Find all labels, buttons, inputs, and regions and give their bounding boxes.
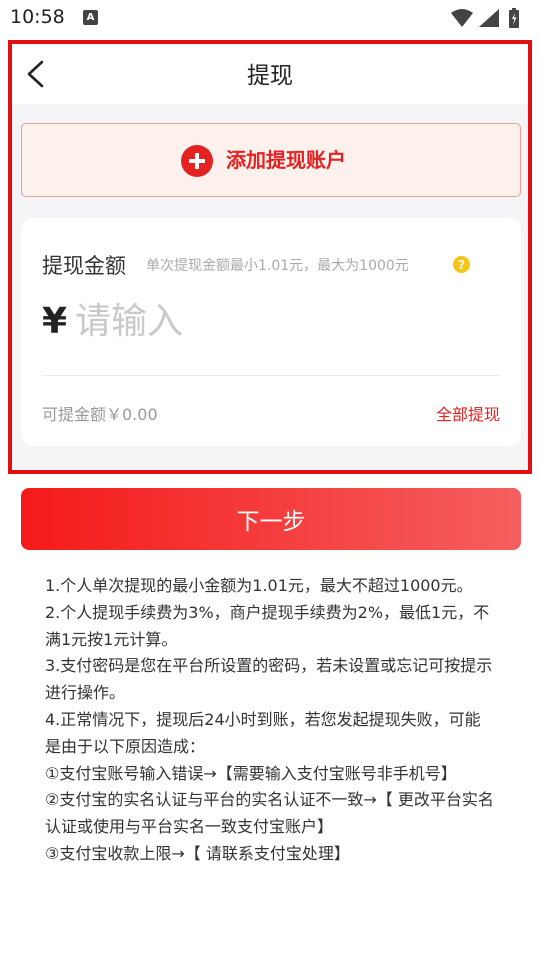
- withdraw-form-region: 提现 添加提现账户 提现金额 单次提现金额最小1.01元，最大为1000元 ? …: [8, 40, 532, 474]
- note-item: 4.正常情况下，提现后24小时到账，若您发起提现失败，可能是由于以下原因造成：: [45, 709, 481, 756]
- withdraw-notes: 1.个人单次提现的最小金额为1.01元，最大不超过1000元。 2.个人提现手续…: [45, 573, 495, 868]
- amount-hint: 单次提现金额最小1.01元，最大为1000元: [146, 258, 409, 274]
- svg-text:?: ?: [458, 258, 465, 272]
- next-step-button[interactable]: 下一步: [21, 488, 521, 550]
- divider: [42, 375, 500, 376]
- note-item: 1.个人单次提现的最小金额为1.01元，最大不超过1000元。: [45, 576, 473, 595]
- currency-symbol: ¥: [42, 301, 68, 342]
- note-item: ①支付宝账号输入错误→【需要输入支付宝账号非手机号】: [45, 763, 457, 783]
- nav-bar: 提现: [12, 44, 528, 104]
- add-account-button[interactable]: 添加提现账户: [21, 123, 521, 197]
- note-item: ③支付宝收款上限→【 请联系支付宝处理】: [45, 843, 350, 863]
- available-balance: 可提金额￥0.00: [42, 405, 158, 424]
- note-item: 3.支付密码是您在平台所设置的密码，若未设置或忘记可按提示进行操作。: [45, 656, 493, 703]
- page-title: 提现: [247, 63, 293, 89]
- amount-label: 提现金额: [42, 254, 126, 278]
- signal-icon: [479, 9, 499, 27]
- wifi-icon: [451, 9, 473, 27]
- add-account-label: 添加提现账户: [226, 148, 346, 172]
- notification-icon: A: [83, 10, 98, 25]
- amount-input[interactable]: [75, 296, 495, 346]
- status-bar: 10:58 A: [0, 0, 540, 36]
- withdraw-all-button[interactable]: 全部提现: [436, 401, 500, 425]
- note-item: ②支付宝的实名认证与平台的实名认证不一致→【 更改平台实名认证或使用与平台实名一…: [45, 790, 494, 837]
- amount-card: 提现金额 单次提现金额最小1.01元，最大为1000元 ? ¥ 可提金额￥0.0…: [21, 218, 521, 446]
- question-circle-icon[interactable]: ?: [453, 256, 470, 273]
- status-time: 10:58: [10, 6, 65, 28]
- note-item: 2.个人提现手续费为3%，商户提现手续费为2%，最低1元，不满1元按1元计算。: [45, 602, 490, 649]
- battery-icon: [509, 8, 519, 28]
- status-icons: [450, 8, 528, 28]
- plus-circle-icon: [181, 145, 213, 177]
